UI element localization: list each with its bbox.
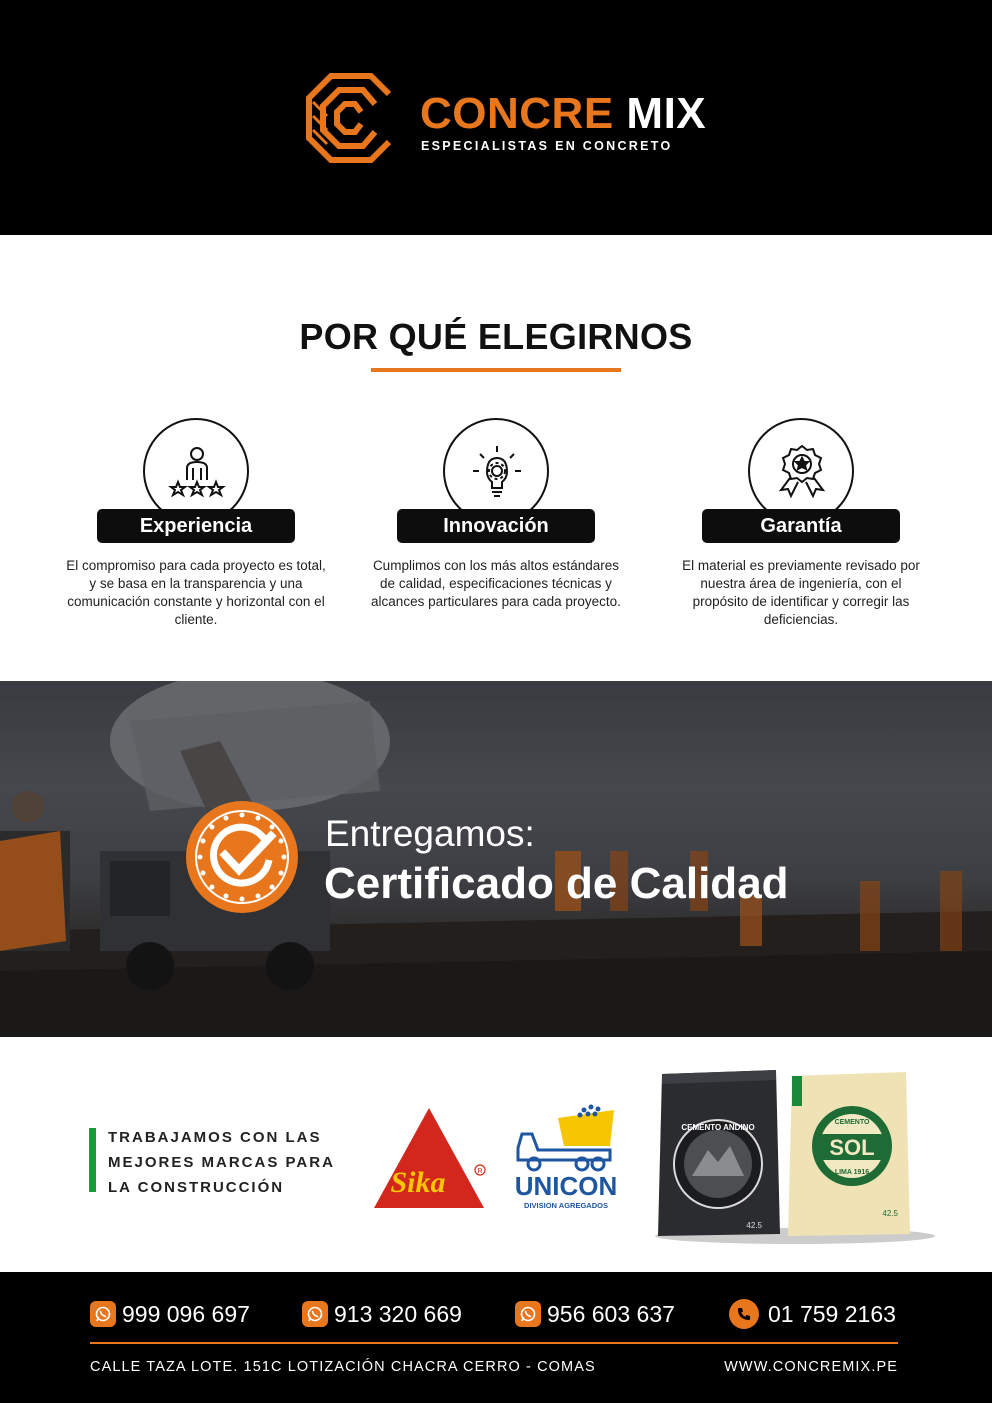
feature-description: El compromiso para cada proyecto es tota… (66, 558, 326, 627)
section-title: POR QUÉ ELEGIRNOS (299, 316, 693, 357)
footer (0, 1272, 992, 1403)
lightbulb-gear-icon (473, 446, 521, 497)
phone-number: 956 603 637 (547, 1300, 675, 1327)
phone-number: 999 096 697 (122, 1300, 250, 1327)
phone-whatsapp-3[interactable]: 956 603 637 (515, 1297, 675, 1331)
award-ribbon-icon (778, 444, 826, 499)
andino-weight: 42.5 (746, 1221, 762, 1230)
unicon-logo: UNICON DIVISION AGREGADOS (515, 1104, 618, 1210)
feature-description: El material es previamente revisado por … (682, 558, 920, 627)
phone-whatsapp-2[interactable]: 913 320 669 (302, 1297, 462, 1331)
sol-top-label: CEMENTO (835, 1119, 870, 1126)
phone-icon (729, 1299, 759, 1329)
svg-text:R: R (477, 1168, 482, 1175)
check-seal-icon (186, 801, 298, 913)
cement-bags: CEMENTO ANDINO 42.5 SOL CEMENTO LIMA 191… (655, 1070, 935, 1244)
footer-divider (90, 1342, 898, 1344)
title-underline (371, 368, 621, 372)
landline-number: 01 759 2163 (768, 1300, 896, 1327)
brand-tagline: ESPECIALISTAS EN CONCRETO (421, 139, 673, 153)
sika-logo-text: Sika (390, 1166, 445, 1199)
brand-name: CONCRE MIX (420, 92, 706, 136)
brand-name-part2: MIX (626, 89, 707, 138)
concremix-logo-icon (306, 73, 392, 163)
whatsapp-icon (515, 1301, 541, 1327)
sol-label: SOL (829, 1135, 874, 1160)
whatsapp-icon (90, 1301, 116, 1327)
feature-label: Innovación (397, 509, 595, 543)
sol-weight: 42.5 (882, 1209, 898, 1218)
phone-number: 913 320 669 (334, 1300, 462, 1327)
website-link[interactable]: WWW.CONCREMIX.PE (721, 1359, 898, 1375)
banner-line2: Certificado de Calidad (324, 859, 789, 908)
team-rating-icon (168, 447, 226, 498)
feature-label: Experiencia (97, 509, 295, 543)
unicon-logo-text: UNICON (515, 1171, 618, 1201)
unicon-logo-subtext: DIVISION AGREGADOS (524, 1201, 608, 1210)
brands-accent-bar (89, 1128, 96, 1192)
sika-logo: Sika R (374, 1108, 486, 1208)
brand-name-part1: CONCRE (420, 89, 614, 138)
banner-line1: Entregamos: (325, 813, 535, 854)
brands-text: TRABAJAMOS CON LAS MEJORES MARCAS PARA L… (108, 1129, 335, 1196)
address: CALLE TAZA LOTE. 151C LOTIZACIÓN CHACRA … (90, 1359, 596, 1375)
phone-whatsapp-1[interactable]: 999 096 697 (90, 1297, 250, 1331)
phone-landline[interactable]: 01 759 2163 (729, 1297, 896, 1331)
feature-description: Cumplimos con los más altos estándares d… (371, 558, 621, 609)
feature-label: Garantía (702, 509, 900, 543)
whatsapp-icon (302, 1301, 328, 1327)
andino-label: CEMENTO ANDINO (681, 1123, 754, 1132)
sol-sub-label: LIMA 1916 (835, 1169, 869, 1176)
